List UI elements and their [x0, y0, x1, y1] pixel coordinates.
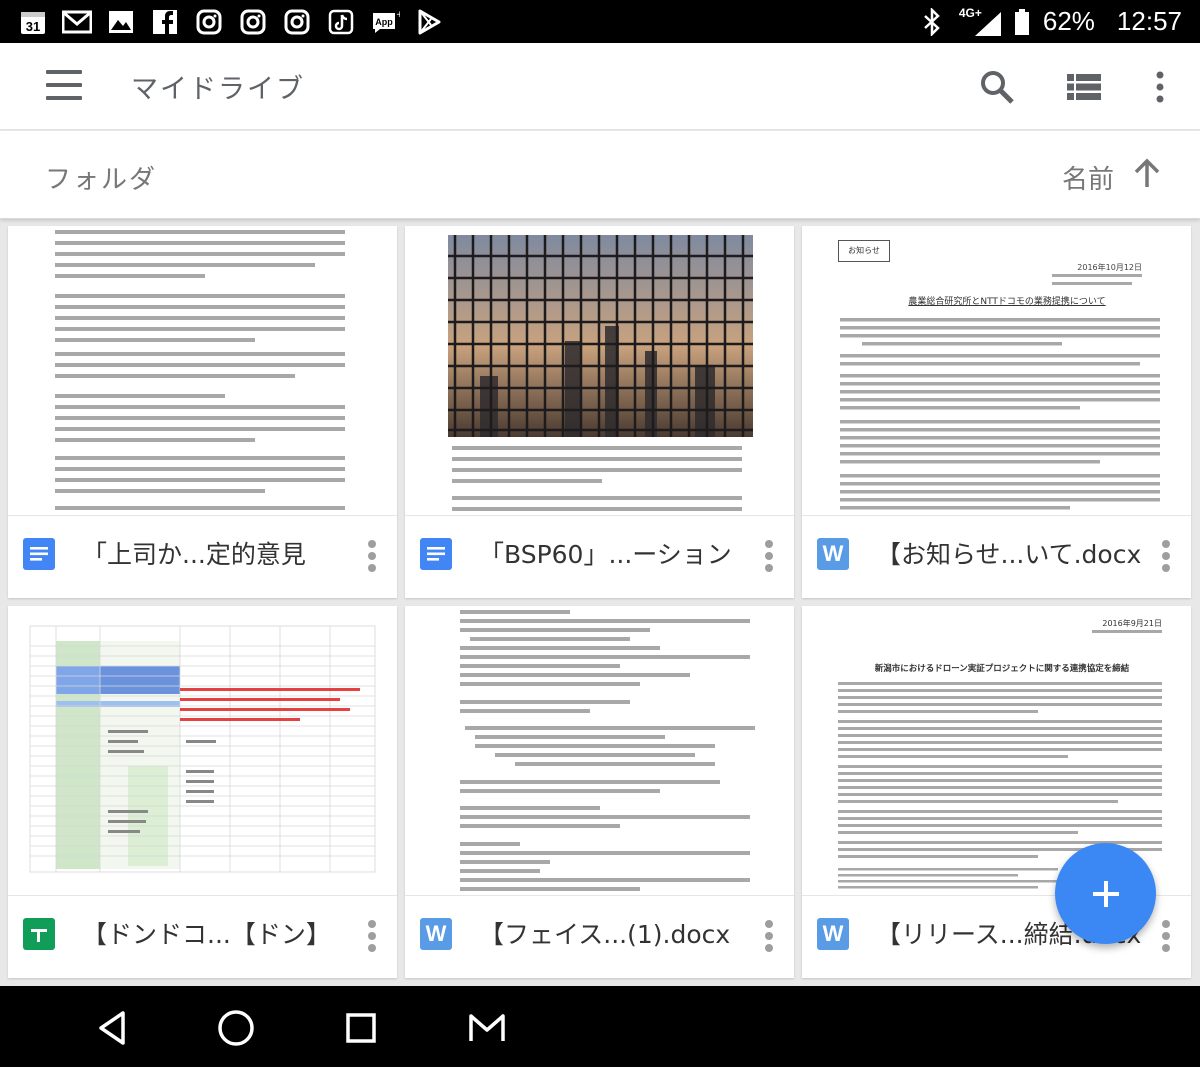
file-name: 「BSP60」...ーション: [479, 540, 732, 569]
tiktok-icon: [326, 8, 356, 36]
more-vert-icon[interactable]: [764, 540, 774, 572]
gmail-shortcut-icon[interactable]: [465, 1006, 509, 1050]
battery-icon: [1013, 8, 1031, 36]
gmail-icon: [62, 8, 92, 36]
more-vert-icon[interactable]: [1161, 540, 1171, 572]
file-footer: W 【フェイス...(1).docx: [405, 896, 794, 978]
file-name: 「上司か...定的意見: [82, 540, 306, 569]
svg-text:App: App: [375, 17, 393, 27]
plus-icon: [1092, 880, 1119, 907]
status-bar: 31 App + 4G+ 62% 12:57: [0, 0, 1200, 43]
word-icon: W: [817, 538, 849, 570]
facebook-icon: [150, 8, 180, 36]
file-footer: 【ドンドコ...【ドン】: [8, 896, 397, 978]
file-footer: W 【お知らせ...いて.docx: [802, 516, 1191, 598]
svg-text:31: 31: [26, 19, 40, 34]
file-thumbnail: お知らせ 2016年10月12日 農業総合研究所とNTTドコモの業務提携について: [802, 226, 1191, 516]
network-type: 4G+: [958, 5, 982, 20]
clock: 12:57: [1116, 6, 1182, 36]
new-file-button[interactable]: [1055, 843, 1156, 944]
menu-icon[interactable]: [46, 70, 82, 100]
file-card[interactable]: 「上司か...定的意見: [8, 226, 397, 598]
system-status: 4G+ 62% 12:57: [917, 6, 1182, 37]
file-card[interactable]: お知らせ 2016年10月12日 農業総合研究所とNTTドコモの業務提携について…: [802, 226, 1191, 598]
file-name: 【フェイス...(1).docx: [479, 920, 731, 949]
instagram-icon: [238, 8, 268, 36]
section-label: フォルダ: [45, 165, 158, 195]
image-icon: [106, 8, 136, 36]
google-docs-icon: [420, 538, 452, 570]
file-thumbnail: [8, 226, 397, 516]
back-icon[interactable]: [90, 1006, 134, 1050]
navigation-bar: [0, 986, 1200, 1067]
notification-icons: 31 App +: [18, 8, 444, 36]
calendar-icon: 31: [18, 8, 48, 36]
play-store-icon: [414, 8, 444, 36]
file-card[interactable]: W 【フェイス...(1).docx: [405, 606, 794, 978]
app-bar: マイドライブ: [0, 43, 1200, 130]
home-icon[interactable]: [214, 1006, 258, 1050]
recents-icon[interactable]: [339, 1006, 383, 1050]
more-vert-icon[interactable]: [1138, 65, 1182, 109]
file-thumbnail: [405, 226, 794, 516]
page-title: マイドライブ: [131, 74, 305, 105]
search-icon[interactable]: [975, 65, 1019, 109]
bluetooth-icon: [917, 7, 947, 36]
arrow-up-icon[interactable]: [1128, 153, 1166, 193]
file-grid: 「上司か...定的意見 「BSP60」...ーション お知らせ 2016年10月…: [8, 226, 1192, 986]
file-name: 【ドンドコ...【ドン】: [82, 920, 331, 949]
file-thumbnail: [8, 606, 397, 896]
more-vert-icon[interactable]: [1161, 920, 1171, 952]
more-vert-icon[interactable]: [764, 920, 774, 952]
file-footer: 「上司か...定的意見: [8, 516, 397, 598]
file-name: 【お知らせ...いて.docx: [876, 540, 1142, 569]
file-card[interactable]: 【ドンドコ...【ドン】: [8, 606, 397, 978]
instagram-icon: [282, 8, 312, 36]
google-sheets-icon: [23, 918, 55, 950]
list-view-icon[interactable]: [1062, 65, 1106, 109]
app-icon: App +: [370, 8, 400, 36]
more-vert-icon[interactable]: [367, 540, 377, 572]
file-thumbnail: [405, 606, 794, 896]
svg-text:+: +: [396, 10, 400, 20]
file-footer: 「BSP60」...ーション: [405, 516, 794, 598]
more-vert-icon[interactable]: [367, 920, 377, 952]
signal-icon: 4G+: [958, 5, 1001, 36]
sort-label[interactable]: 名前: [1062, 159, 1114, 196]
sort-bar: フォルダ 名前: [0, 131, 1200, 219]
word-icon: W: [817, 918, 849, 950]
instagram-icon: [194, 8, 224, 36]
file-card[interactable]: 「BSP60」...ーション: [405, 226, 794, 598]
battery-percent: 62%: [1042, 6, 1095, 36]
word-icon: W: [420, 918, 452, 950]
google-docs-icon: [23, 538, 55, 570]
